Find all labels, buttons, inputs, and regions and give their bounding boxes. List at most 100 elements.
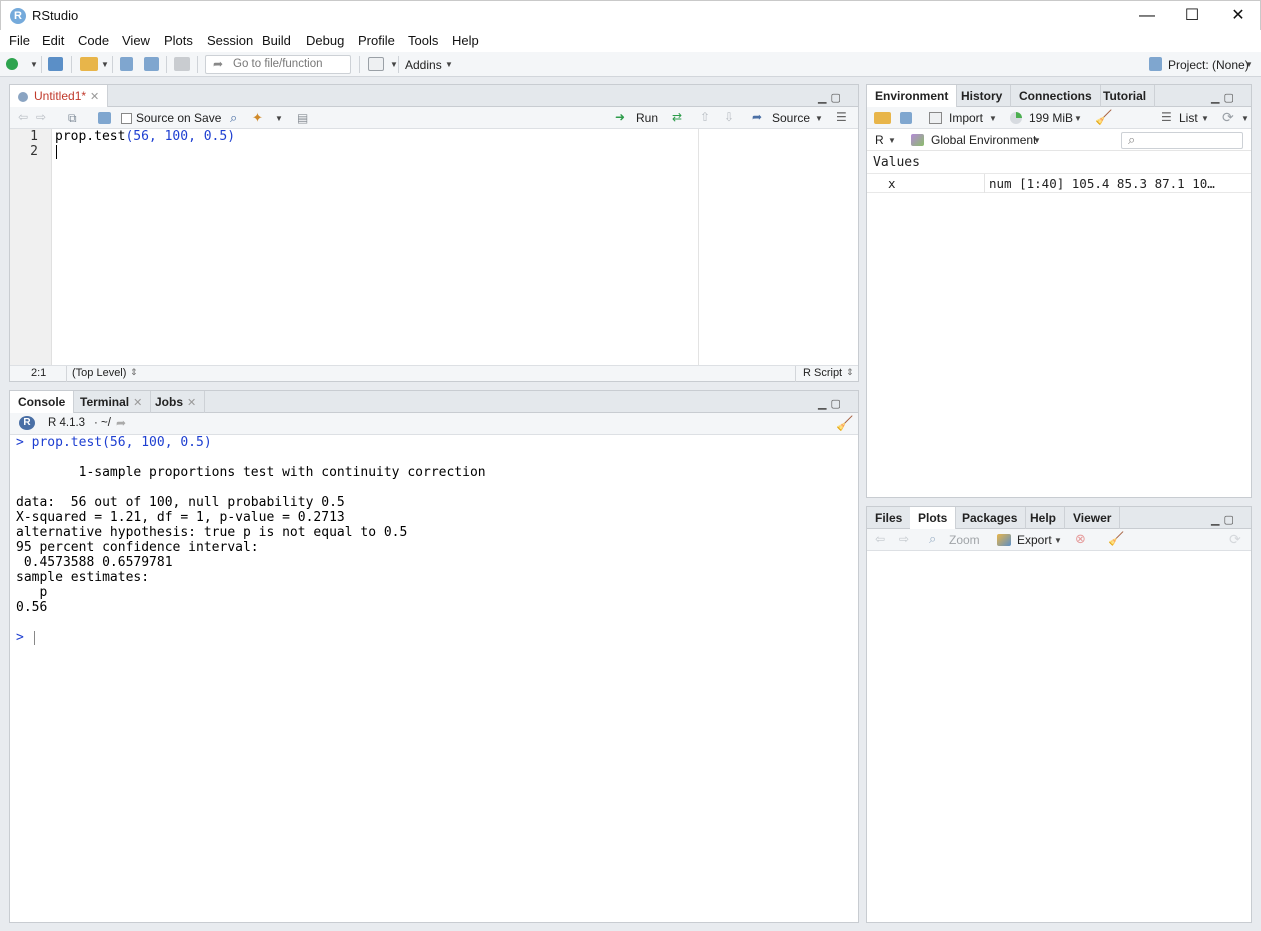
- down-arrow-icon[interactable]: ⇩: [724, 110, 734, 124]
- refresh-icon[interactable]: ⟳: [1222, 109, 1234, 126]
- export-button[interactable]: Export: [1017, 533, 1052, 547]
- up-arrow-icon[interactable]: ⇧: [700, 110, 710, 124]
- environment-search-input[interactable]: ⌕: [1121, 132, 1243, 149]
- menu-tools[interactable]: Tools: [408, 33, 438, 48]
- load-workspace-icon[interactable]: [874, 112, 891, 124]
- working-directory[interactable]: · ~/: [94, 417, 111, 429]
- chevron-down-icon[interactable]: ▼: [30, 60, 38, 69]
- magic-wand-icon[interactable]: ✦: [252, 110, 263, 126]
- zoom-button[interactable]: Zoom: [949, 533, 980, 547]
- tab-jobs[interactable]: Jobs ✕: [147, 391, 206, 413]
- environment-row[interactable]: x num [1:40] 105.4 85.3 87.1 10…: [867, 173, 1251, 193]
- environment-scope-selector[interactable]: Global Environment: [931, 133, 1036, 147]
- chevron-down-icon[interactable]: ▼: [1241, 114, 1249, 123]
- source-on-save-checkbox[interactable]: [121, 113, 132, 124]
- tab-history[interactable]: History: [953, 85, 1012, 107]
- document-outline-icon[interactable]: ☰: [836, 110, 847, 124]
- print-icon[interactable]: [174, 57, 190, 71]
- file-type-selector[interactable]: R Script: [803, 367, 842, 379]
- menu-profile[interactable]: Profile: [358, 33, 395, 48]
- menu-view[interactable]: View: [122, 33, 150, 48]
- source-button[interactable]: Source: [772, 111, 810, 125]
- menu-file[interactable]: File: [9, 33, 30, 48]
- chevron-down-icon[interactable]: ▼: [275, 114, 283, 123]
- new-file-icon[interactable]: [6, 58, 18, 70]
- import-dataset-button[interactable]: Import: [949, 111, 983, 125]
- goto-file-function-input[interactable]: ➦ Go to file/function: [205, 55, 351, 74]
- tab-console[interactable]: Console: [10, 391, 75, 414]
- menu-code[interactable]: Code: [78, 33, 109, 48]
- new-project-icon[interactable]: [48, 57, 63, 71]
- save-icon[interactable]: [98, 112, 111, 124]
- scope-selector[interactable]: (Top Level): [72, 367, 126, 379]
- addins-button[interactable]: Addins: [405, 58, 442, 72]
- tab-environment[interactable]: Environment: [867, 85, 958, 108]
- back-arrow-icon[interactable]: ⇦: [18, 110, 28, 124]
- code-args: (56, 100, 0.5): [125, 129, 236, 144]
- open-folder-icon[interactable]: [80, 57, 98, 71]
- chevron-down-icon[interactable]: ▼: [390, 60, 398, 69]
- chevron-down-icon[interactable]: ▼: [1245, 60, 1253, 69]
- tab-tutorial[interactable]: Tutorial: [1095, 85, 1156, 107]
- goto-wd-icon[interactable]: ➦: [116, 416, 126, 430]
- menu-debug[interactable]: Debug: [306, 33, 344, 48]
- tab-untitled1[interactable]: Untitled1* ✕: [10, 85, 109, 108]
- clear-plots-icon[interactable]: 🧹: [1108, 531, 1124, 547]
- refresh-icon[interactable]: ⟳: [1229, 531, 1241, 548]
- tab-help[interactable]: Help: [1022, 507, 1066, 529]
- pane-minmax-icon[interactable]: ▁▢: [1211, 513, 1238, 526]
- pane-minmax-icon[interactable]: ▁▢: [818, 91, 845, 104]
- memory-usage[interactable]: 199 MiB: [1029, 111, 1073, 125]
- tab-terminal[interactable]: Terminal ✕: [72, 391, 152, 413]
- tab-plots[interactable]: Plots: [910, 507, 957, 530]
- show-in-window-icon[interactable]: ⧉: [68, 111, 77, 126]
- language-selector[interactable]: R: [875, 133, 884, 147]
- close-tab-icon[interactable]: ✕: [133, 397, 142, 409]
- view-mode-button[interactable]: List: [1179, 111, 1198, 125]
- compile-report-icon[interactable]: ▤: [297, 111, 308, 125]
- maximize-button[interactable]: ☐: [1169, 1, 1215, 31]
- tab-packages[interactable]: Packages: [954, 507, 1027, 529]
- save-all-icon[interactable]: [144, 57, 159, 71]
- console-prompt[interactable]: >: [16, 630, 32, 645]
- close-window-button[interactable]: ✕: [1215, 1, 1261, 31]
- code-editor[interactable]: prop.test(56, 100, 0.5): [52, 129, 698, 365]
- clear-console-icon[interactable]: 🧹: [836, 415, 853, 432]
- chevron-down-icon[interactable]: ▼: [1033, 136, 1041, 145]
- tab-files[interactable]: Files: [867, 507, 912, 529]
- menu-plots[interactable]: Plots: [164, 33, 193, 48]
- chevron-down-icon[interactable]: ▼: [1074, 114, 1082, 123]
- chevron-down-icon[interactable]: ▼: [445, 60, 453, 69]
- menu-edit[interactable]: Edit: [42, 33, 64, 48]
- menu-session[interactable]: Session: [207, 33, 253, 48]
- tab-viewer[interactable]: Viewer: [1065, 507, 1121, 529]
- remove-plot-icon[interactable]: ⊗: [1075, 531, 1086, 547]
- chevron-down-icon[interactable]: ▼: [1201, 114, 1209, 123]
- menu-help[interactable]: Help: [452, 33, 479, 48]
- search-icon[interactable]: ⌕: [230, 110, 237, 126]
- run-button[interactable]: Run: [636, 111, 658, 125]
- close-tab-icon[interactable]: ✕: [90, 91, 99, 103]
- chevron-down-icon[interactable]: ▼: [888, 136, 896, 145]
- tab-connections[interactable]: Connections: [1011, 85, 1101, 107]
- minimize-button[interactable]: —: [1124, 1, 1170, 31]
- chevron-down-icon[interactable]: ▼: [101, 60, 109, 69]
- close-tab-icon[interactable]: ✕: [187, 397, 196, 409]
- menu-build[interactable]: Build: [262, 33, 291, 48]
- rerun-icon[interactable]: ⇄: [672, 110, 682, 124]
- project-menu[interactable]: Project: (None): [1168, 58, 1249, 72]
- pane-minmax-icon[interactable]: ▁▢: [1211, 91, 1238, 104]
- save-icon[interactable]: [120, 57, 133, 71]
- forward-arrow-icon[interactable]: ⇨: [899, 532, 909, 546]
- pane-layout-icon[interactable]: [368, 57, 384, 71]
- clear-broom-icon[interactable]: 🧹: [1095, 109, 1112, 126]
- pane-minmax-icon[interactable]: ▁▢: [818, 397, 845, 410]
- chevron-down-icon[interactable]: ▼: [1054, 536, 1062, 545]
- r-file-icon: [18, 91, 28, 102]
- save-workspace-icon[interactable]: [900, 112, 912, 124]
- console-output[interactable]: > prop.test(56, 100, 0.5) 1-sample propo…: [10, 435, 858, 922]
- chevron-down-icon[interactable]: ▼: [989, 114, 997, 123]
- back-arrow-icon[interactable]: ⇦: [875, 532, 885, 546]
- forward-arrow-icon[interactable]: ⇨: [36, 110, 46, 124]
- chevron-down-icon[interactable]: ▼: [815, 114, 823, 123]
